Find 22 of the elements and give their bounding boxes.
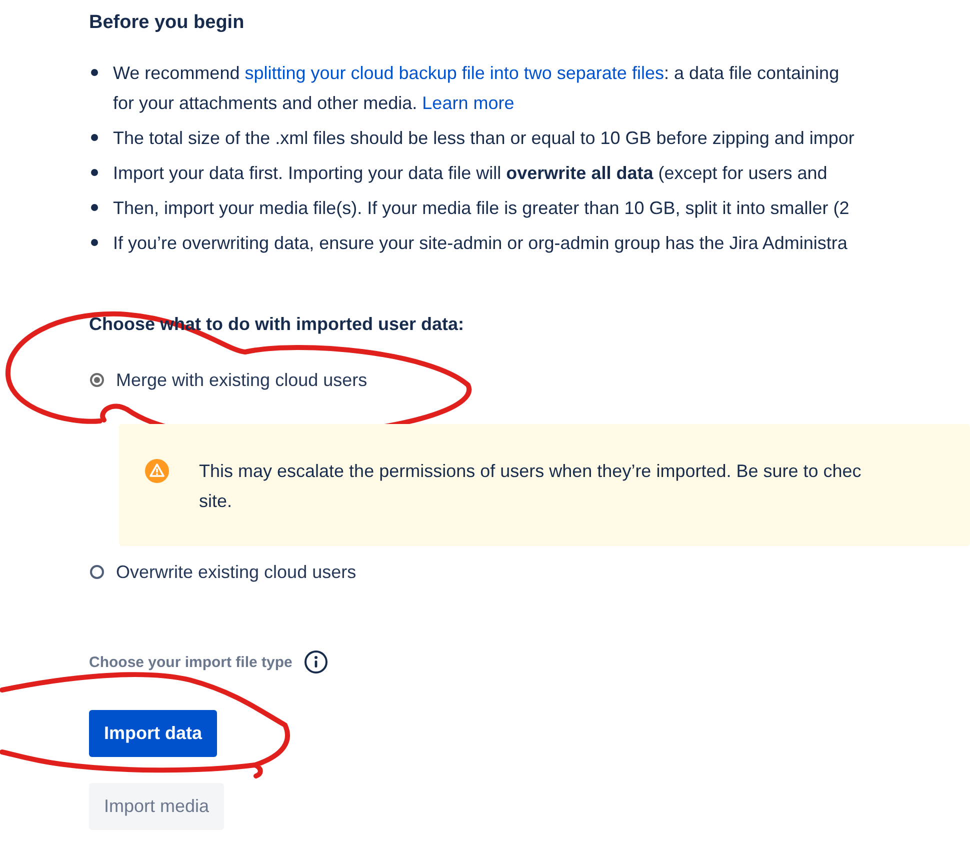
- bullet-icon: [91, 169, 98, 176]
- warning-text: This may escalate the permissions of users when they’re imported. Be sure to chec site.: [199, 460, 862, 513]
- radio-button[interactable]: [90, 373, 104, 387]
- bullet-icon: [91, 69, 98, 76]
- section-heading: Before you begin: [89, 12, 246, 34]
- bullet-icon: [91, 134, 98, 141]
- bullet-icon: [91, 239, 98, 246]
- bullet-text: If you’re overwriting data, ensure your site-admin or org-admin group has the Jira Administra: [113, 232, 848, 255]
- warning-icon: [145, 459, 169, 483]
- bullet-text: Then, import your media file(s). If your media file is greater than 10 GB, split it into smaller (2: [113, 197, 850, 220]
- bullet-text: We recommend splitting your cloud backup file into two separate files: a data file containing for your attachments and other media. Learn more: [113, 62, 840, 115]
- field-label: Choose your import file type: [89, 654, 292, 670]
- info-icon[interactable]: [304, 650, 328, 674]
- link[interactable]: Learn more: [422, 93, 514, 113]
- link[interactable]: splitting your cloud backup file into two separate files: [244, 63, 664, 83]
- import-button[interactable]: Import data: [89, 710, 218, 757]
- radio-label[interactable]: Merge with existing cloud users: [116, 368, 368, 392]
- bullet-text: Import your data first. Importing your data file will overwrite all data (except for users and: [113, 162, 828, 185]
- radio-label[interactable]: Overwrite existing cloud users: [116, 560, 356, 584]
- bullet-icon: [91, 204, 98, 211]
- radio-button[interactable]: [90, 565, 104, 579]
- bullet-text: The total size of the .xml files should be less than or equal to 10 GB before zipping and impor: [113, 127, 854, 150]
